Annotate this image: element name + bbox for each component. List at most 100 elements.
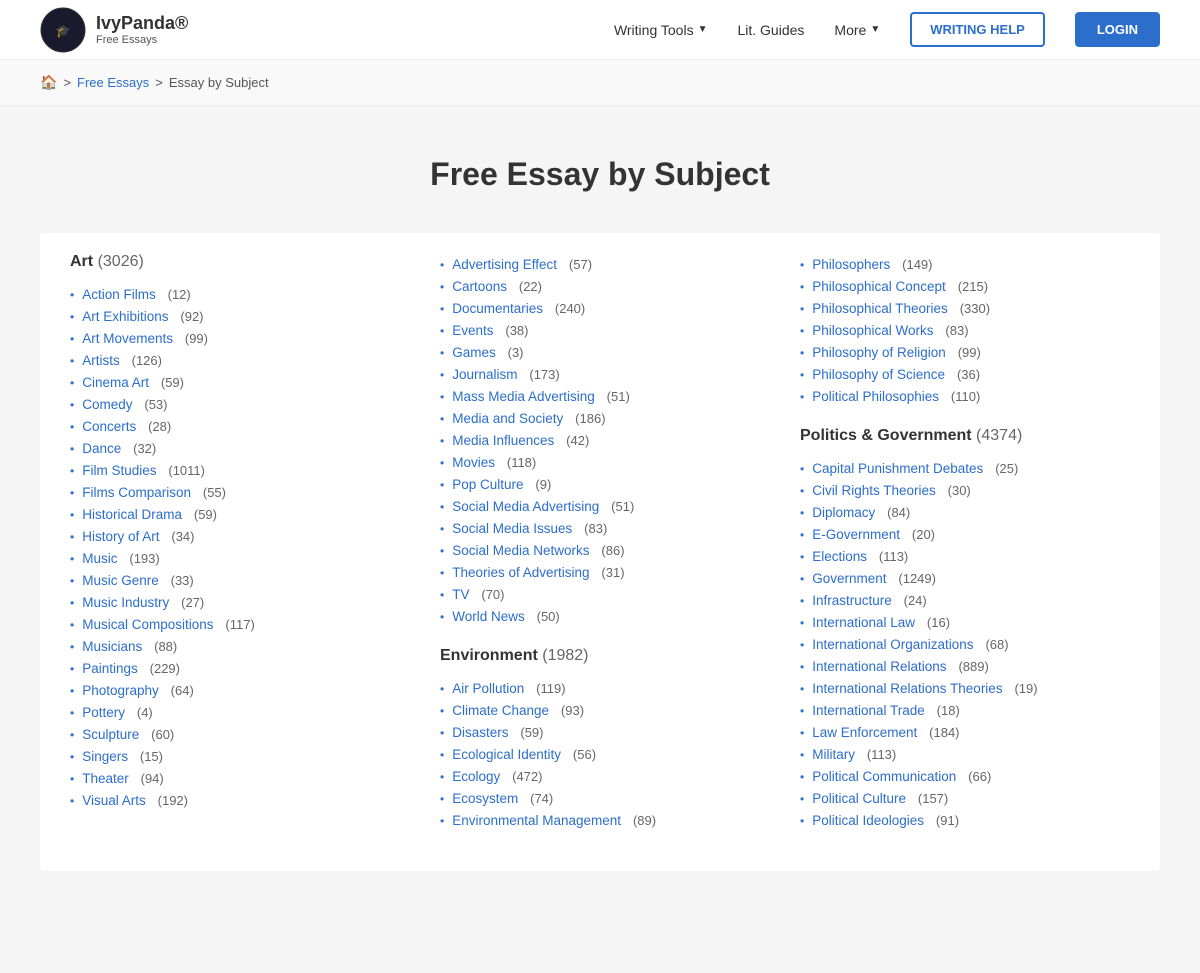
sub-link[interactable]: Comedy (82, 397, 132, 412)
sub-link[interactable]: Environmental Management (452, 813, 621, 828)
bullet-icon: • (70, 354, 74, 368)
sub-link[interactable]: Mass Media Advertising (452, 389, 595, 404)
sub-link-music-industry[interactable]: Music Industry (82, 595, 169, 610)
sub-link[interactable]: Political Culture (812, 791, 906, 806)
bullet-icon: • (440, 566, 444, 580)
sub-link[interactable]: Social Media Advertising (452, 499, 599, 514)
sub-link[interactable]: Art Movements (82, 331, 173, 346)
breadcrumb-free-essays[interactable]: Free Essays (77, 75, 149, 90)
nav-more[interactable]: More ▼ (834, 22, 880, 38)
sub-link[interactable]: Ecological Identity (452, 747, 561, 762)
bullet-icon: • (440, 324, 444, 338)
sub-link[interactable]: Air Pollution (452, 681, 524, 696)
login-button[interactable]: LOGIN (1075, 12, 1160, 47)
sub-link[interactable]: History of Art (82, 529, 159, 544)
list-item: •Capital Punishment Debates (25) (800, 457, 1120, 479)
sub-link[interactable]: Visual Arts (82, 793, 146, 808)
sub-link[interactable]: International Organizations (812, 637, 973, 652)
list-item: •Social Media Advertising (51) (440, 495, 760, 517)
sub-link[interactable]: Capital Punishment Debates (812, 461, 983, 476)
sub-link[interactable]: Singers (82, 749, 128, 764)
sub-link[interactable]: International Relations (812, 659, 946, 674)
sub-link[interactable]: Ecology (452, 769, 500, 784)
sub-link[interactable]: Social Media Networks (452, 543, 589, 558)
sub-link[interactable]: Philosophy of Religion (812, 345, 946, 360)
sub-link[interactable]: Advertising Effect (452, 257, 557, 272)
sub-link[interactable]: Artists (82, 353, 120, 368)
sub-link[interactable]: Theories of Advertising (452, 565, 589, 580)
sub-link[interactable]: Sculpture (82, 727, 139, 742)
sub-link-international-law[interactable]: International Law (812, 615, 915, 630)
list-item: •Climate Change (93) (440, 699, 760, 721)
sub-link[interactable]: Social Media Issues (452, 521, 572, 536)
sub-link[interactable]: Infrastructure (812, 593, 892, 608)
sub-link[interactable]: Civil Rights Theories (812, 483, 936, 498)
sub-link[interactable]: International Trade (812, 703, 925, 718)
home-icon[interactable]: 🏠 (40, 74, 57, 91)
list-item: •Advertising Effect (57) (440, 253, 760, 275)
list-item: •Air Pollution (119) (440, 677, 760, 699)
sub-link[interactable]: World News (452, 609, 525, 624)
nav-writing-tools[interactable]: Writing Tools ▼ (614, 22, 708, 38)
bullet-icon: • (440, 522, 444, 536)
breadcrumb: 🏠 > Free Essays > Essay by Subject (0, 60, 1200, 106)
sub-link[interactable]: Media Influences (452, 433, 554, 448)
sub-link[interactable]: Pop Culture (452, 477, 523, 492)
sub-link-films-comparison[interactable]: Films Comparison (82, 485, 191, 500)
sub-link[interactable]: Law Enforcement (812, 725, 917, 740)
sub-link[interactable]: International Relations Theories (812, 681, 1002, 696)
sub-link[interactable]: Historical Drama (82, 507, 182, 522)
list-item: •History of Art (34) (70, 525, 400, 547)
sub-link[interactable]: Cartoons (452, 279, 507, 294)
sub-link[interactable]: Philosophical Concept (812, 279, 946, 294)
sub-link[interactable]: Climate Change (452, 703, 549, 718)
sub-link-theater[interactable]: Theater (82, 771, 129, 786)
list-item: •Photography (64) (70, 679, 400, 701)
sub-link[interactable]: Documentaries (452, 301, 543, 316)
sub-link[interactable]: Military (812, 747, 855, 762)
sub-link[interactable]: Music (82, 551, 117, 566)
bullet-icon: • (800, 550, 804, 564)
sub-link[interactable]: Journalism (452, 367, 517, 382)
sub-link[interactable]: Musical Compositions (82, 617, 213, 632)
nav-lit-guides[interactable]: Lit. Guides (737, 22, 804, 38)
sub-link[interactable]: Events (452, 323, 493, 338)
category-environment-count: (1982) (542, 647, 588, 664)
sub-link-concerts[interactable]: Concerts (82, 419, 136, 434)
writing-help-button[interactable]: WRITING HELP (910, 12, 1045, 47)
sub-link[interactable]: Musicians (82, 639, 142, 654)
bullet-icon: • (800, 660, 804, 674)
sub-link[interactable]: TV (452, 587, 469, 602)
sub-link[interactable]: Photography (82, 683, 159, 698)
sub-link[interactable]: Music Genre (82, 573, 159, 588)
list-item: •Singers (15) (70, 745, 400, 767)
sub-link[interactable]: Philosophical Theories (812, 301, 948, 316)
sub-link[interactable]: Movies (452, 455, 495, 470)
sub-link[interactable]: Political Ideologies (812, 813, 924, 828)
sub-link[interactable]: E-Government (812, 527, 900, 542)
sub-link[interactable]: Games (452, 345, 496, 360)
sub-link[interactable]: Dance (82, 441, 121, 456)
sub-link[interactable]: Elections (812, 549, 867, 564)
sub-link[interactable]: Action Films (82, 287, 156, 302)
sub-link[interactable]: Disasters (452, 725, 508, 740)
sub-link[interactable]: Ecosystem (452, 791, 518, 806)
sub-link[interactable]: Political Communication (812, 769, 956, 784)
sub-link[interactable]: Diplomacy (812, 505, 875, 520)
list-item: •Ecology (472) (440, 765, 760, 787)
list-item: •Documentaries (240) (440, 297, 760, 319)
sub-link[interactable]: Film Studies (82, 463, 156, 478)
sub-link[interactable]: Art Exhibitions (82, 309, 168, 324)
list-item: •Films Comparison (55) (70, 481, 400, 503)
sub-link[interactable]: Paintings (82, 661, 138, 676)
sub-link[interactable]: Media and Society (452, 411, 563, 426)
sub-link[interactable]: Philosophical Works (812, 323, 933, 338)
breadcrumb-separator-2: > (155, 75, 163, 90)
sub-link[interactable]: Cinema Art (82, 375, 149, 390)
sub-link[interactable]: Philosophers (812, 257, 890, 272)
site-header: 🎓 IvyPanda® Free Essays Writing Tools ▼ … (0, 0, 1200, 60)
sub-link[interactable]: Philosophy of Science (812, 367, 945, 382)
sub-link[interactable]: Political Philosophies (812, 389, 939, 404)
sub-link-pottery[interactable]: Pottery (82, 705, 125, 720)
sub-link[interactable]: Government (812, 571, 886, 586)
